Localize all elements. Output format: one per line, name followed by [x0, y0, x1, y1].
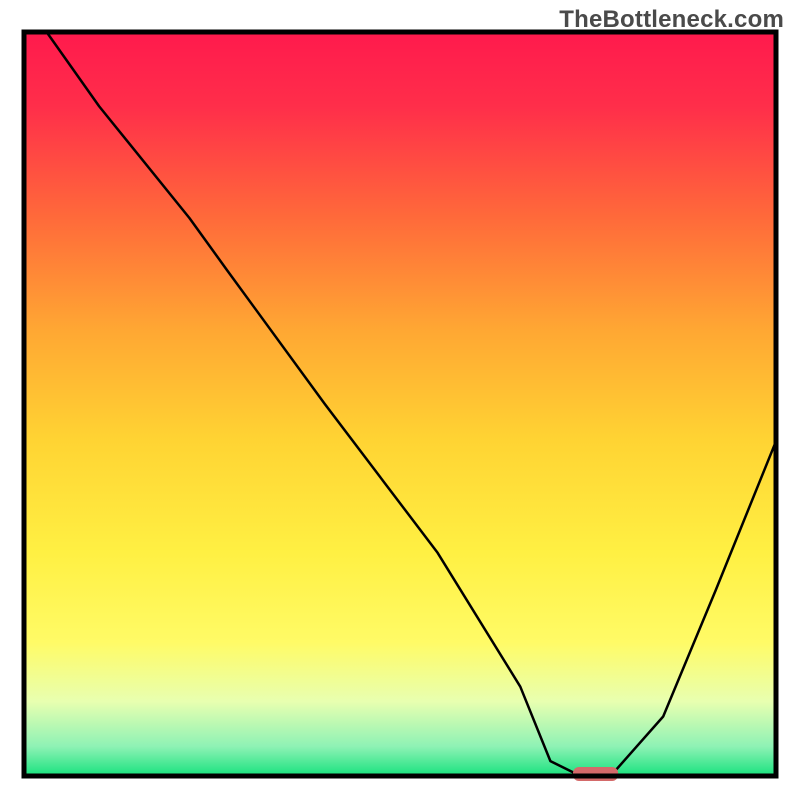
bottleneck-chart: TheBottleneck.com	[0, 0, 800, 800]
chart-canvas	[0, 0, 800, 800]
watermark-text: TheBottleneck.com	[559, 6, 784, 34]
plot-background	[24, 32, 776, 776]
